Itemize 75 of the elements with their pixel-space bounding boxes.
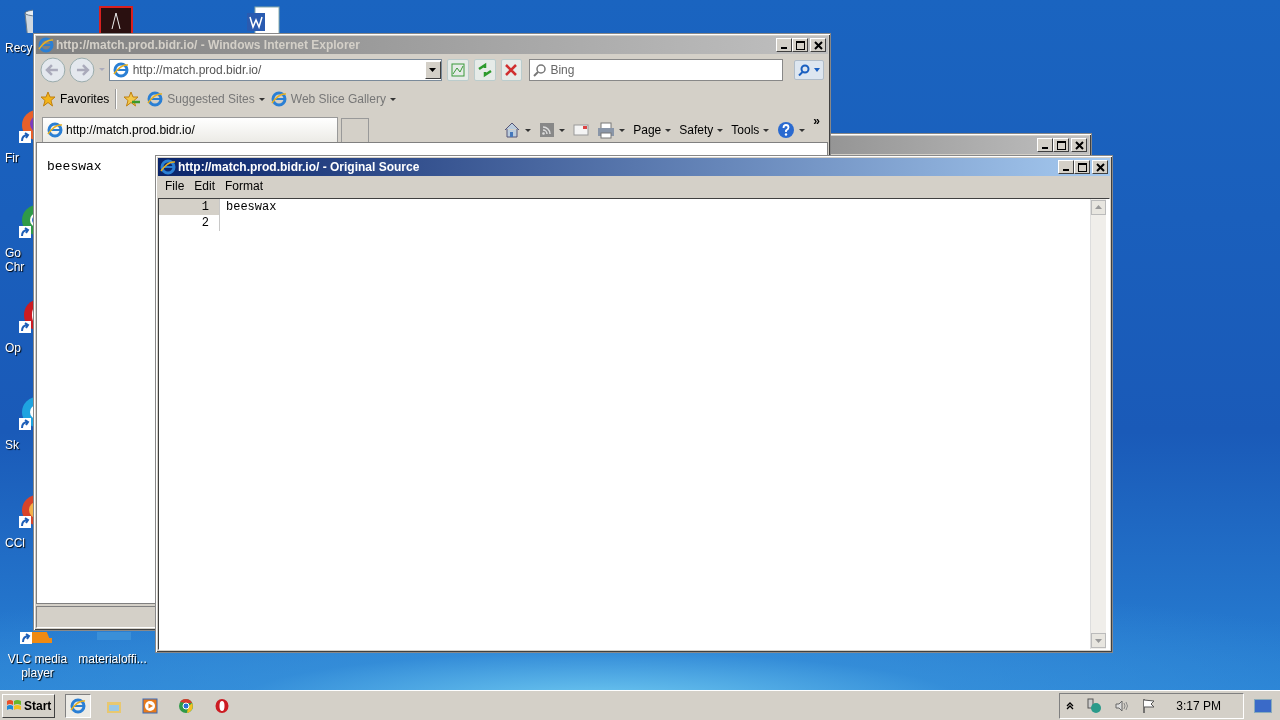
favorites-button[interactable]: Favorites <box>40 91 110 107</box>
star-icon <box>40 91 56 107</box>
caret-icon <box>525 128 532 132</box>
search-icon <box>798 64 810 76</box>
caret-icon <box>429 68 437 72</box>
caret-icon <box>665 128 672 132</box>
minimize-icon <box>1042 147 1048 149</box>
maximize-icon <box>795 40 805 50</box>
icon-label[interactable]: materialoffi... <box>78 652 147 666</box>
show-desktop-button[interactable] <box>1254 698 1272 713</box>
star-arrow-icon <box>123 91 142 107</box>
vertical-scrollbar[interactable] <box>1090 199 1106 649</box>
flag-icon[interactable] <box>1142 697 1157 714</box>
icon-label[interactable]: Sk <box>5 438 19 452</box>
compatibility-icon <box>448 61 467 79</box>
close-button[interactable] <box>1092 160 1108 174</box>
window-title: http://match.prod.bidr.io/ - Windows Internet Explorer <box>56 38 361 52</box>
command-menu[interactable]: Page <box>629 118 676 142</box>
search-icon <box>533 63 548 77</box>
icon-label[interactable]: CCl <box>5 536 25 550</box>
mail-icon <box>573 122 590 138</box>
line-number: 1 <box>159 199 220 215</box>
toolbar-overflow-button[interactable]: » <box>809 114 824 128</box>
address-dropdown-button[interactable] <box>424 61 441 79</box>
maximize-icon <box>1077 162 1087 172</box>
feeds-icon <box>539 122 556 138</box>
stop-button[interactable] <box>500 59 523 81</box>
maximize-icon <box>1056 140 1066 150</box>
taskbar-button[interactable] <box>65 693 92 718</box>
minimize-button[interactable] <box>1058 160 1074 174</box>
search-field[interactable]: Bing <box>529 59 783 81</box>
play-icon <box>142 697 159 714</box>
close-icon <box>1074 140 1084 150</box>
start-button[interactable]: Start <box>2 693 56 718</box>
help-icon <box>777 121 796 139</box>
caret-icon <box>258 97 265 101</box>
ie-logo-icon <box>38 37 54 53</box>
menu-item[interactable]: Edit <box>189 179 221 193</box>
close-icon <box>813 40 823 50</box>
chevron-up-icon[interactable] <box>1066 701 1075 710</box>
menu-item[interactable]: Format <box>220 179 269 193</box>
code-text: beeswax <box>226 200 277 214</box>
pdf-file-icon[interactable] <box>97 5 134 33</box>
minimize-icon <box>1063 169 1069 171</box>
caret-icon <box>559 128 566 132</box>
icon-label[interactable]: VLC media player <box>7 652 68 680</box>
icon-label[interactable]: Fir <box>5 151 19 165</box>
ie-logo-icon <box>160 159 176 175</box>
icon-label[interactable]: Recy <box>5 41 33 55</box>
clock[interactable]: 3:17 PM <box>1176 698 1221 713</box>
ie-page-icon <box>270 91 287 107</box>
print-icon <box>597 121 616 139</box>
ie-page-icon <box>112 62 129 78</box>
address-bar[interactable]: http://match.prod.bidr.io/ <box>108 59 442 81</box>
icon-label[interactable]: Op <box>5 341 21 355</box>
icon-label[interactable]: Go Chr <box>5 246 25 274</box>
page-text: beeswax <box>47 159 102 174</box>
minimize-icon <box>781 47 787 49</box>
caret-icon <box>619 128 626 132</box>
caret-icon <box>389 97 396 101</box>
caret-icon <box>814 68 820 72</box>
window-title: http://match.prod.bidr.io/ - Original Source <box>178 160 421 174</box>
ie-page-icon <box>147 91 164 107</box>
address-text: http://match.prod.bidr.io/ <box>132 63 263 77</box>
command-menu[interactable]: Tools <box>727 118 774 142</box>
home-icon <box>503 121 522 139</box>
maximize-button[interactable] <box>1074 160 1090 174</box>
ie-logo-icon <box>70 697 87 714</box>
menu-item[interactable]: File <box>160 179 190 193</box>
command-menu[interactable]: Safety <box>675 118 728 142</box>
browser-tab[interactable]: http://match.prod.bidr.io/ <box>42 117 338 142</box>
close-icon <box>1095 162 1105 172</box>
ie-page-icon <box>47 122 63 138</box>
refresh-button[interactable] <box>473 59 496 81</box>
search-button[interactable] <box>794 60 824 80</box>
